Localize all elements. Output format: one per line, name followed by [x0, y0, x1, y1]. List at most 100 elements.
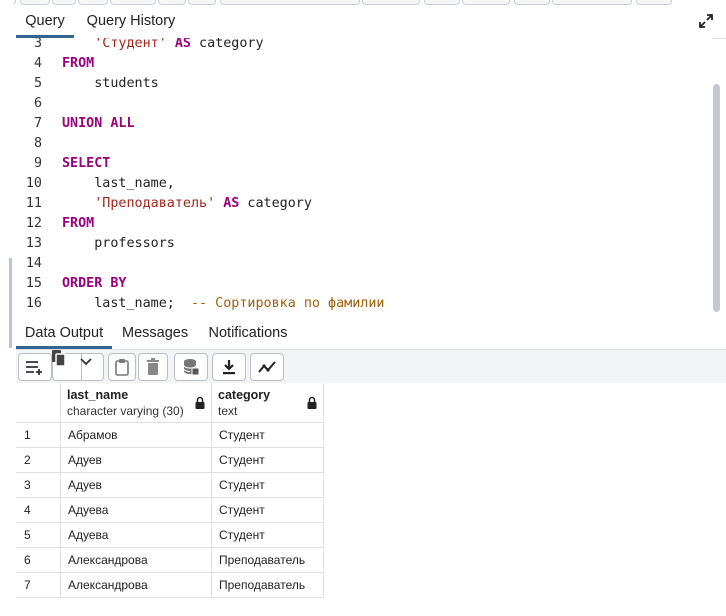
- add-row-button[interactable]: [18, 353, 52, 381]
- download-icon: [223, 360, 235, 375]
- expand-icon[interactable]: [698, 13, 714, 29]
- toolbar-button-fragment[interactable]: [20, 0, 50, 5]
- line-number: 16: [25, 296, 42, 311]
- column-header-category[interactable]: category text: [212, 383, 324, 423]
- last-name-cell[interactable]: Адуев: [61, 448, 212, 473]
- left-panel-splitter[interactable]: [9, 258, 12, 348]
- row-number-header[interactable]: [16, 383, 61, 423]
- code-text: last_name,: [62, 174, 175, 194]
- tab-query-history[interactable]: Query History: [83, 6, 179, 36]
- code-line[interactable]: 3 'Студент' AS category: [16, 38, 712, 54]
- category-cell[interactable]: Студент: [212, 448, 324, 473]
- code-line[interactable]: 12 FROM: [16, 214, 712, 234]
- download-button[interactable]: [212, 353, 246, 381]
- code-line[interactable]: 8: [16, 134, 712, 154]
- last-name-cell[interactable]: Адуев: [61, 473, 212, 498]
- code-line[interactable]: 10 last_name,: [16, 174, 712, 194]
- code-token: 'Преподаватель': [94, 196, 216, 211]
- code-line[interactable]: 13 professors: [16, 234, 712, 254]
- paste-button[interactable]: [108, 353, 136, 381]
- code-token: 'Студент': [94, 38, 167, 51]
- code-token: students: [62, 76, 159, 91]
- category-cell[interactable]: Студент: [212, 523, 324, 548]
- row-number-cell[interactable]: 4: [16, 498, 61, 523]
- code-line[interactable]: 16 last_name; -- Сортировка по фамилии: [16, 294, 712, 314]
- code-token: last_name;: [62, 296, 191, 311]
- status-bar: [16, 596, 726, 616]
- code-token: last_name,: [62, 176, 175, 191]
- row-number-cell[interactable]: 6: [16, 548, 61, 573]
- copy-icon: [52, 350, 66, 367]
- category-cell[interactable]: Преподаватель: [212, 548, 324, 573]
- code-line[interactable]: 5 students: [16, 74, 712, 94]
- category-cell[interactable]: Преподаватель: [212, 573, 324, 598]
- line-number: 9: [33, 156, 42, 171]
- tab-notifications[interactable]: Notifications: [207, 319, 289, 347]
- code-line[interactable]: 14: [16, 254, 712, 274]
- toolbar-button-fragment[interactable]: [78, 0, 108, 5]
- last-name-cell[interactable]: Александрова: [61, 548, 212, 573]
- line-number: 12: [25, 216, 42, 231]
- lock-icon: [307, 396, 317, 409]
- code-line[interactable]: 11 'Преподаватель' AS category: [16, 194, 712, 214]
- category-cell[interactable]: Студент: [212, 473, 324, 498]
- toolbar-button-fragment[interactable]: [52, 0, 76, 5]
- code-text: 'Преподаватель' AS category: [62, 194, 312, 214]
- code-line[interactable]: 9 SELECT: [16, 154, 712, 174]
- editor-scrollbar[interactable]: [713, 84, 720, 312]
- column-name: category: [218, 388, 271, 402]
- toolbar-button-fragment[interactable]: [552, 0, 632, 5]
- toolbar-button-fragment[interactable]: [362, 0, 420, 5]
- last-name-cell[interactable]: Абрамов: [61, 423, 212, 448]
- code-token: category: [191, 38, 264, 51]
- code-text: FROM: [62, 54, 94, 74]
- line-number: 3: [33, 38, 42, 51]
- toolbar-select-fragment[interactable]: [220, 0, 360, 5]
- category-cell[interactable]: Студент: [212, 498, 324, 523]
- code-text: ORDER BY: [62, 274, 127, 294]
- toolbar-button-fragment[interactable]: [188, 0, 216, 5]
- tab-data-output[interactable]: Data Output: [16, 319, 112, 349]
- category-cell[interactable]: Студент: [212, 423, 324, 448]
- copy-button[interactable]: [52, 350, 82, 380]
- delete-button[interactable]: [138, 353, 168, 381]
- code-token: UNION ALL: [62, 116, 135, 131]
- code-token: AS: [223, 196, 240, 211]
- row-number-cell[interactable]: 3: [16, 473, 61, 498]
- column-header-last-name[interactable]: last_name character varying (30): [61, 383, 212, 423]
- line-number: 7: [33, 116, 42, 131]
- toolbar-button-fragment[interactable]: [424, 0, 460, 5]
- trash-icon: [147, 358, 159, 375]
- toolbar-button-fragment[interactable]: [158, 0, 186, 5]
- line-number: 11: [25, 196, 42, 211]
- save-data-button[interactable]: [174, 353, 208, 381]
- tab-messages[interactable]: Messages: [122, 319, 188, 347]
- toolbar-button-fragment[interactable]: [514, 0, 550, 5]
- toolbar-button-fragment[interactable]: [110, 0, 156, 5]
- query-tabs: Query Query History: [16, 6, 726, 39]
- code-line[interactable]: 4 FROM: [16, 54, 712, 74]
- code-text: students: [62, 74, 159, 94]
- code-line[interactable]: 6: [16, 94, 712, 114]
- last-name-cell[interactable]: Адуева: [61, 523, 212, 548]
- column-type: character varying (30): [67, 404, 184, 418]
- toolbar-button-fragment[interactable]: [462, 0, 510, 5]
- toolbar-button-fragment[interactable]: [636, 0, 672, 5]
- line-number: 15: [25, 276, 42, 291]
- last-name-cell[interactable]: Александрова: [61, 573, 212, 598]
- row-number-cell[interactable]: 7: [16, 573, 61, 598]
- copy-options-dropdown[interactable]: [80, 354, 103, 380]
- row-number-cell[interactable]: 2: [16, 448, 61, 473]
- row-number-cell[interactable]: 1: [16, 423, 61, 448]
- graph-visualiser-button[interactable]: [250, 353, 284, 381]
- code-text: professors: [62, 234, 175, 254]
- code-token: FROM: [62, 216, 95, 231]
- code-token: FROM: [62, 56, 95, 71]
- code-line[interactable]: 15 ORDER BY: [16, 274, 712, 294]
- code-token: category: [239, 196, 312, 211]
- code-line[interactable]: 7 UNION ALL: [16, 114, 712, 134]
- tab-query[interactable]: Query: [16, 6, 74, 38]
- sql-editor[interactable]: 3 'Студент' AS category 4 FROM 5 students 6 7…: [16, 38, 712, 318]
- last-name-cell[interactable]: Адуева: [61, 498, 212, 523]
- row-number-cell[interactable]: 5: [16, 523, 61, 548]
